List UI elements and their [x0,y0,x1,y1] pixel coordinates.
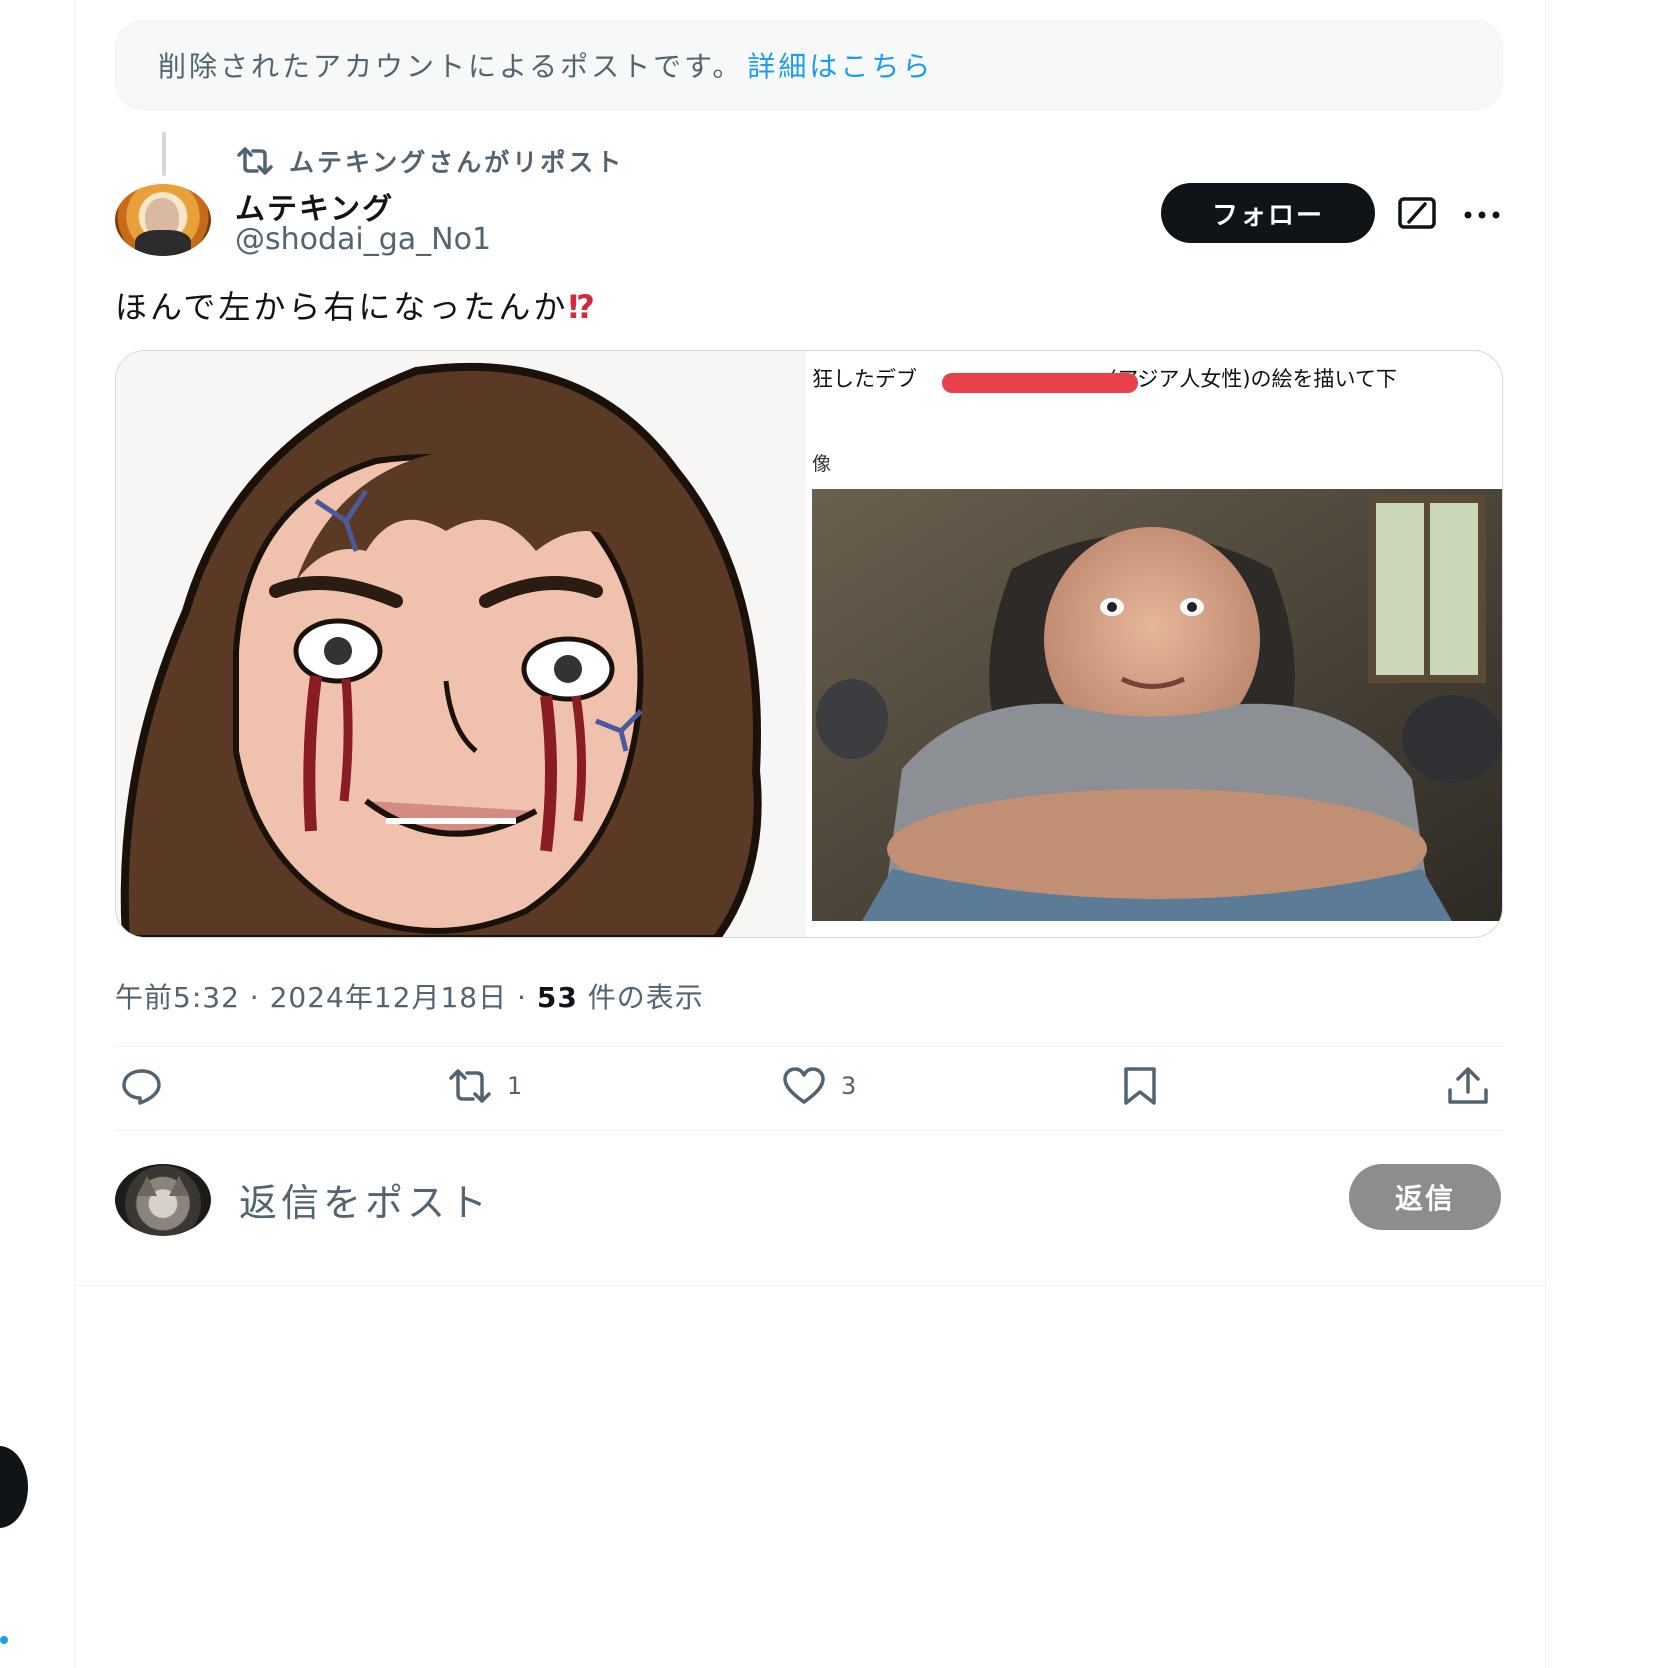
thread-line [162,132,166,176]
like-action[interactable]: 3 [781,1066,856,1106]
notice-text: 削除されたアカウントによるポストです。 [158,50,744,83]
reply-icon [122,1069,161,1105]
bookmark-icon [1124,1067,1156,1105]
section-divider [75,1285,1545,1286]
media-right-screenshot[interactable]: 狂したデブ (アジア人女性)の絵を描いて下 像 [812,351,1502,937]
media-left-illustration[interactable] [116,351,806,937]
deleted-account-notice: 削除されたアカウントによるポストです。 詳細はこちら [115,20,1503,110]
heart-icon [783,1067,825,1104]
notification-dot [0,1636,8,1644]
post-date[interactable]: 2024年12月18日 [270,981,508,1014]
repost-label: ムテキングさんがリポスト [289,148,625,177]
user-avatar[interactable] [115,1164,211,1236]
image-caption-2: 像 [812,453,832,475]
reply-button[interactable]: 返信 [1349,1164,1501,1230]
post-time[interactable]: 午前5:32 [115,981,240,1014]
bookmark-action[interactable] [1117,1066,1163,1106]
follow-button[interactable]: フォロー [1161,183,1375,243]
repost-icon [237,147,273,175]
reply-input[interactable]: 返信をポスト [239,1172,491,1227]
more-icon[interactable] [1461,200,1503,230]
post-column: 削除されたアカウントによるポストです。 詳細はこちら ムテキングさんがリポスト … [74,0,1546,1668]
post-metadata: 午前5:32 · 2024年12月18日 · 53 件の表示 [115,981,704,1014]
exclamation-question-emoji: ⁉ [568,288,598,326]
repost-indicator[interactable]: ムテキングさんがリポスト [235,143,624,179]
grok-icon[interactable] [1397,196,1437,230]
floating-button[interactable] [0,1446,28,1528]
post-text: ほんで左から右になったんか⁉ [115,288,598,326]
author-handle[interactable]: @shodai_ga_No1 [235,222,491,257]
repost-action[interactable]: 1 [447,1066,522,1106]
repost-icon [449,1069,491,1103]
reply-action[interactable] [119,1066,165,1106]
repost-count: 1 [507,1072,523,1100]
share-action[interactable] [1445,1066,1491,1106]
view-label: 件の表示 [587,981,704,1014]
divider-top [115,1046,1503,1047]
details-link[interactable]: 詳細はこちら [747,45,933,85]
author-avatar[interactable] [115,184,211,256]
redaction-mark [942,373,1138,393]
share-icon [1448,1067,1488,1104]
like-count: 3 [841,1072,857,1100]
media-grid: 狂したデブ (アジア人女性)の絵を描いて下 像 [115,350,1503,938]
divider-bottom [115,1130,1503,1131]
photo [812,489,1502,921]
view-count[interactable]: 53 [537,981,578,1014]
